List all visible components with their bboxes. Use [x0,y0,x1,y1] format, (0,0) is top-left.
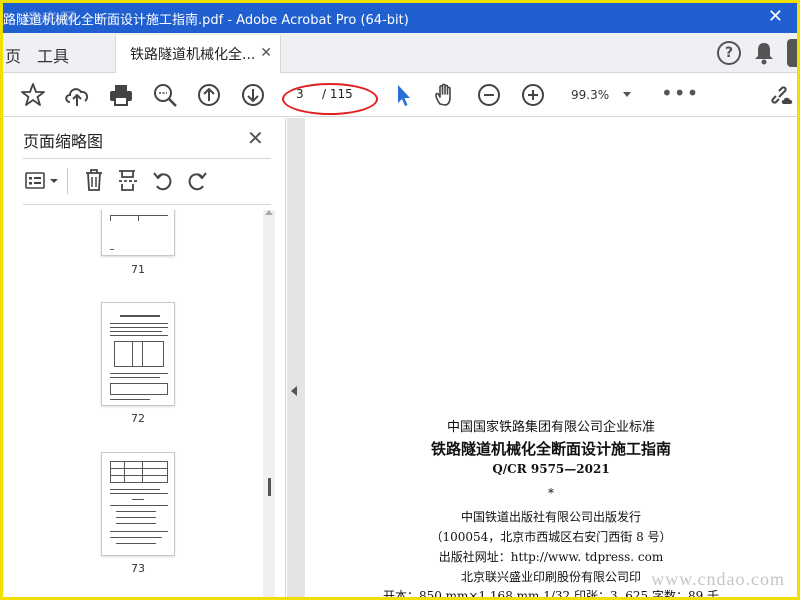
window-close-button[interactable]: ✕ [768,7,783,27]
scrollbar-thumb[interactable] [268,478,271,496]
scroll-up-arrow-icon[interactable] [265,210,273,215]
extract-page-icon[interactable] [117,168,139,192]
main-toolbar: 3 / 115 99.3% ••• [3,73,797,117]
doc-publisher-address: （100054，北京市西城区右安门西街 8 号） [430,530,672,544]
previous-page-icon[interactable] [195,81,223,109]
collapse-left-arrow-icon [291,386,297,396]
doc-title: 铁路隧道机械化全断面设计施工指南 [430,440,671,458]
thumbnail-page-71[interactable] [101,210,175,256]
thumbnail-list: 71 72 73 [3,210,263,597]
panel-close-icon[interactable]: ✕ [247,126,264,150]
zoom-level-value: 99.3% [571,88,610,102]
thumbnail-scrollbar[interactable] [263,210,275,597]
thumbnail-options-icon[interactable] [25,172,59,190]
thumbnail-label: 73 [131,562,145,575]
hand-tool-icon[interactable] [431,81,459,109]
chevron-down-icon [623,92,631,97]
zoom-in-icon[interactable] [519,81,547,109]
panel-collapse-handle[interactable] [287,118,305,597]
cloud-upload-icon[interactable] [63,81,91,109]
panel-divider [23,204,271,205]
thumbnail-label: 72 [131,412,145,425]
title-bar: 路隧道机械化全断面设计施工指南.pdf - Adobe Acrobat Pro … [3,3,797,33]
tools-menu[interactable]: 工具 [37,43,69,67]
doc-separator-asterisk: * [548,486,554,500]
zoom-search-icon[interactable] [151,81,179,109]
thumbnail-label: 71 [131,263,145,276]
document-tab[interactable]: 铁路隧道机械化全... ✕ [115,35,281,73]
bell-icon[interactable] [753,41,775,65]
thumbnail-page-72[interactable] [101,302,175,406]
tab-right-icons: ? [717,39,797,67]
rotate-left-icon[interactable] [151,169,175,193]
panel-divider [23,158,271,159]
document-tab-label: 铁路隧道机械化全... [130,47,256,63]
delete-page-icon[interactable] [83,168,105,192]
page-number-highlight-annotation [282,83,378,115]
doc-standard-issuer: 中国国家铁路集团有限公司企业标准 [446,420,655,435]
help-icon[interactable]: ? [717,41,741,65]
watermark-bottom: www.cndao.com [651,569,785,589]
panel-title: 页面缩略图 [23,132,104,151]
watermark-top: 速来网 [21,9,76,28]
doc-publisher-website: 出版社网址：http://www. tdpress. com [438,550,664,564]
bookmark-star-icon[interactable] [19,81,47,109]
print-icon[interactable] [107,81,135,109]
share-link-icon[interactable] [767,81,795,109]
page-thumbnails-panel: 页面缩略图 ✕ 71 72 73 [3,118,286,597]
app-window: 路隧道机械化全断面设计施工指南.pdf - Adobe Acrobat Pro … [0,0,800,600]
doc-standard-number: Q/CR 9575—2021 [492,462,610,476]
document-tab-close-icon[interactable]: ✕ [260,45,272,61]
zoom-out-icon[interactable] [475,81,503,109]
thumbnail-page-73[interactable] [101,452,175,556]
zoom-level-select[interactable]: 99.3% [563,84,635,106]
next-page-icon[interactable] [239,81,267,109]
toolbar-separator [67,168,68,194]
document-page: 中国国家铁路集团有限公司企业标准 铁路隧道机械化全断面设计施工指南 Q/CR 9… [305,118,797,597]
select-cursor-icon[interactable] [389,81,417,109]
tab-bar: 页 工具 铁路隧道机械化全... ✕ ? [3,33,797,73]
doc-publisher: 中国铁道出版社有限公司出版发行 [460,510,641,524]
rotate-right-icon[interactable] [185,169,209,193]
home-menu-edge[interactable]: 页 [5,43,21,67]
thumbnail-toolbar [21,166,271,196]
more-tools-icon[interactable]: ••• [661,83,699,103]
account-avatar[interactable] [787,39,797,67]
